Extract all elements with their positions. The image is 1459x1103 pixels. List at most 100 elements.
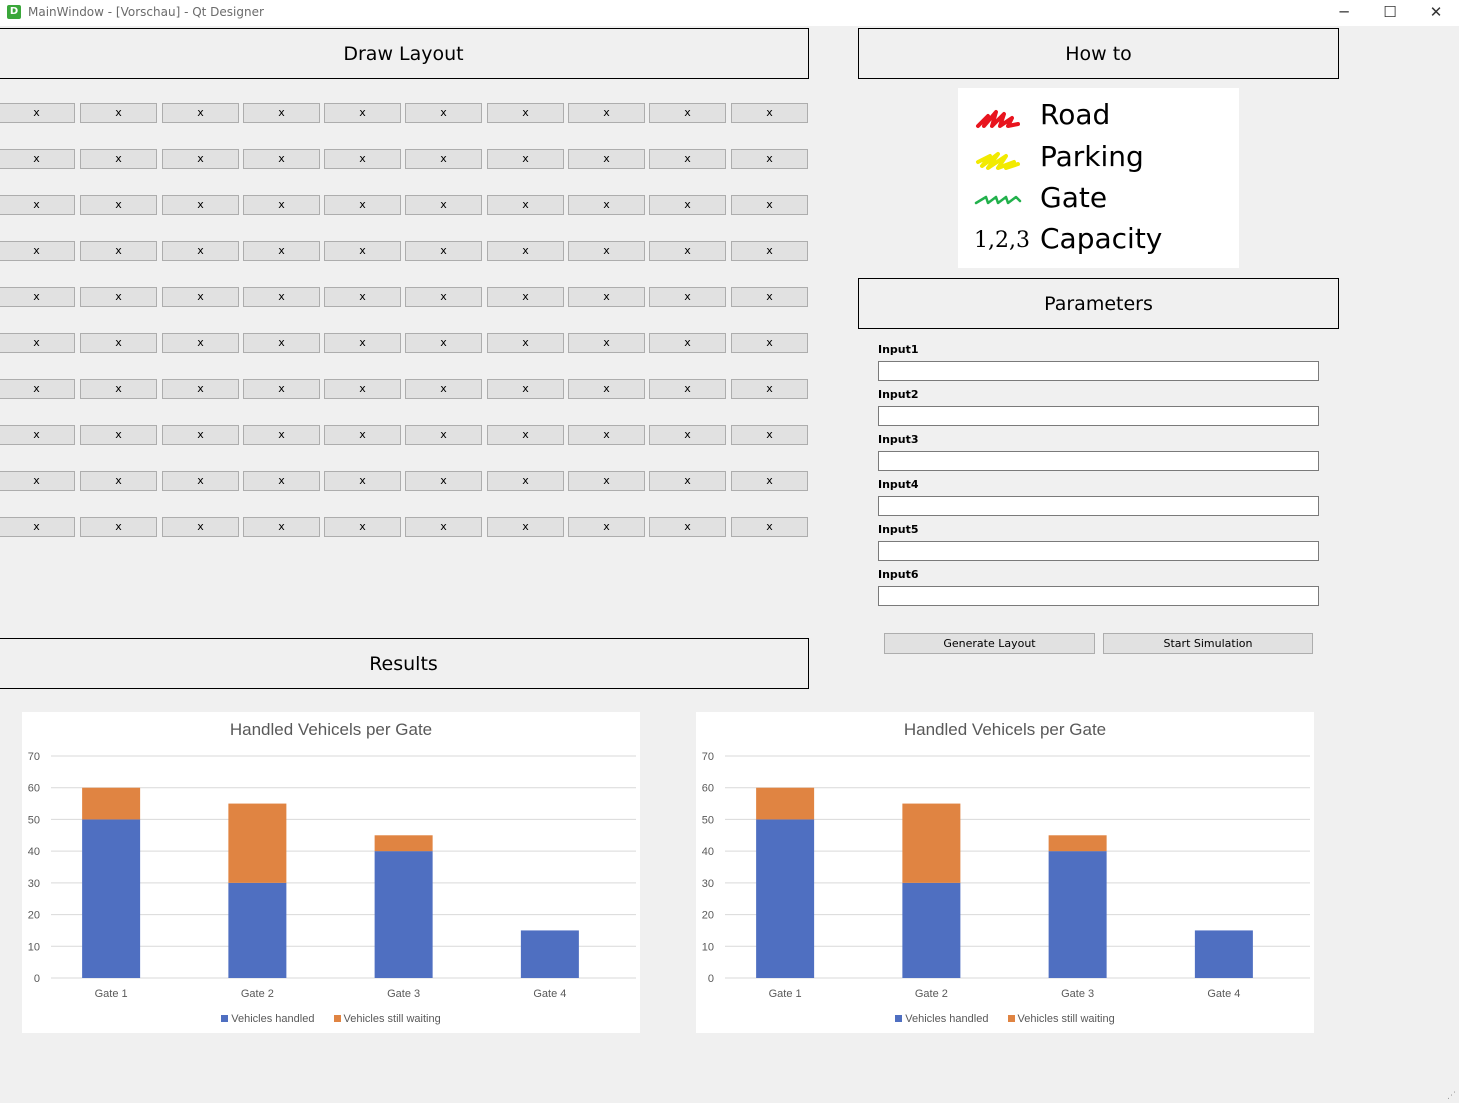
input1-field[interactable] bbox=[878, 361, 1319, 381]
layout-cell-r4-c3[interactable]: x bbox=[162, 241, 239, 261]
layout-cell-r1-c3[interactable]: x bbox=[162, 103, 239, 123]
minimize-button[interactable]: ─ bbox=[1321, 0, 1367, 26]
input5-field[interactable] bbox=[878, 541, 1319, 561]
maximize-button[interactable]: ☐ bbox=[1367, 0, 1413, 26]
layout-cell-r10-c4[interactable]: x bbox=[243, 517, 320, 537]
layout-cell-r10-c9[interactable]: x bbox=[649, 517, 726, 537]
layout-cell-r4-c4[interactable]: x bbox=[243, 241, 320, 261]
layout-cell-r1-c4[interactable]: x bbox=[243, 103, 320, 123]
layout-cell-r4-c10[interactable]: x bbox=[731, 241, 808, 261]
generate-layout-button[interactable]: Generate Layout bbox=[884, 633, 1095, 654]
layout-cell-r4-c2[interactable]: x bbox=[80, 241, 157, 261]
layout-cell-r10-c8[interactable]: x bbox=[568, 517, 645, 537]
input2-field[interactable] bbox=[878, 406, 1319, 426]
layout-cell-r8-c3[interactable]: x bbox=[162, 425, 239, 445]
layout-cell-r9-c4[interactable]: x bbox=[243, 471, 320, 491]
layout-cell-r2-c7[interactable]: x bbox=[487, 149, 564, 169]
layout-cell-r5-c7[interactable]: x bbox=[487, 287, 564, 307]
layout-cell-r10-c1[interactable]: x bbox=[0, 517, 75, 537]
layout-cell-r8-c8[interactable]: x bbox=[568, 425, 645, 445]
layout-cell-r7-c5[interactable]: x bbox=[324, 379, 401, 399]
layout-cell-r9-c10[interactable]: x bbox=[731, 471, 808, 491]
layout-cell-r3-c7[interactable]: x bbox=[487, 195, 564, 215]
layout-cell-r8-c9[interactable]: x bbox=[649, 425, 726, 445]
layout-cell-r10-c6[interactable]: x bbox=[405, 517, 482, 537]
layout-cell-r5-c6[interactable]: x bbox=[405, 287, 482, 307]
layout-cell-r1-c10[interactable]: x bbox=[731, 103, 808, 123]
layout-cell-r8-c7[interactable]: x bbox=[487, 425, 564, 445]
layout-cell-r4-c7[interactable]: x bbox=[487, 241, 564, 261]
layout-cell-r6-c8[interactable]: x bbox=[568, 333, 645, 353]
layout-cell-r5-c1[interactable]: x bbox=[0, 287, 75, 307]
layout-cell-r4-c8[interactable]: x bbox=[568, 241, 645, 261]
layout-cell-r7-c6[interactable]: x bbox=[405, 379, 482, 399]
layout-cell-r7-c4[interactable]: x bbox=[243, 379, 320, 399]
layout-cell-r10-c10[interactable]: x bbox=[731, 517, 808, 537]
layout-cell-r1-c9[interactable]: x bbox=[649, 103, 726, 123]
layout-cell-r8-c6[interactable]: x bbox=[405, 425, 482, 445]
layout-cell-r7-c3[interactable]: x bbox=[162, 379, 239, 399]
layout-cell-r9-c8[interactable]: x bbox=[568, 471, 645, 491]
layout-cell-r6-c9[interactable]: x bbox=[649, 333, 726, 353]
layout-cell-r6-c6[interactable]: x bbox=[405, 333, 482, 353]
input3-field[interactable] bbox=[878, 451, 1319, 471]
layout-cell-r1-c8[interactable]: x bbox=[568, 103, 645, 123]
layout-cell-r10-c5[interactable]: x bbox=[324, 517, 401, 537]
layout-cell-r3-c9[interactable]: x bbox=[649, 195, 726, 215]
layout-cell-r7-c1[interactable]: x bbox=[0, 379, 75, 399]
layout-cell-r5-c3[interactable]: x bbox=[162, 287, 239, 307]
layout-cell-r2-c6[interactable]: x bbox=[405, 149, 482, 169]
layout-cell-r3-c10[interactable]: x bbox=[731, 195, 808, 215]
layout-cell-r9-c2[interactable]: x bbox=[80, 471, 157, 491]
layout-cell-r10-c2[interactable]: x bbox=[80, 517, 157, 537]
layout-cell-r5-c10[interactable]: x bbox=[731, 287, 808, 307]
layout-cell-r7-c9[interactable]: x bbox=[649, 379, 726, 399]
layout-cell-r8-c1[interactable]: x bbox=[0, 425, 75, 445]
layout-cell-r1-c5[interactable]: x bbox=[324, 103, 401, 123]
layout-cell-r5-c2[interactable]: x bbox=[80, 287, 157, 307]
layout-cell-r9-c3[interactable]: x bbox=[162, 471, 239, 491]
layout-cell-r3-c5[interactable]: x bbox=[324, 195, 401, 215]
layout-cell-r2-c1[interactable]: x bbox=[0, 149, 75, 169]
layout-cell-r7-c7[interactable]: x bbox=[487, 379, 564, 399]
layout-cell-r3-c6[interactable]: x bbox=[405, 195, 482, 215]
layout-cell-r2-c3[interactable]: x bbox=[162, 149, 239, 169]
layout-cell-r9-c9[interactable]: x bbox=[649, 471, 726, 491]
layout-cell-r5-c8[interactable]: x bbox=[568, 287, 645, 307]
layout-cell-r2-c2[interactable]: x bbox=[80, 149, 157, 169]
layout-cell-r6-c2[interactable]: x bbox=[80, 333, 157, 353]
layout-cell-r2-c5[interactable]: x bbox=[324, 149, 401, 169]
layout-cell-r9-c5[interactable]: x bbox=[324, 471, 401, 491]
layout-cell-r4-c9[interactable]: x bbox=[649, 241, 726, 261]
layout-cell-r9-c1[interactable]: x bbox=[0, 471, 75, 491]
layout-cell-r3-c8[interactable]: x bbox=[568, 195, 645, 215]
layout-cell-r6-c3[interactable]: x bbox=[162, 333, 239, 353]
input4-field[interactable] bbox=[878, 496, 1319, 516]
layout-cell-r5-c5[interactable]: x bbox=[324, 287, 401, 307]
layout-cell-r4-c5[interactable]: x bbox=[324, 241, 401, 261]
layout-cell-r4-c6[interactable]: x bbox=[405, 241, 482, 261]
layout-cell-r5-c9[interactable]: x bbox=[649, 287, 726, 307]
layout-cell-r4-c1[interactable]: x bbox=[0, 241, 75, 261]
layout-cell-r7-c10[interactable]: x bbox=[731, 379, 808, 399]
layout-cell-r3-c2[interactable]: x bbox=[80, 195, 157, 215]
layout-cell-r9-c6[interactable]: x bbox=[405, 471, 482, 491]
layout-cell-r2-c4[interactable]: x bbox=[243, 149, 320, 169]
layout-cell-r8-c10[interactable]: x bbox=[731, 425, 808, 445]
layout-cell-r9-c7[interactable]: x bbox=[487, 471, 564, 491]
layout-cell-r2-c9[interactable]: x bbox=[649, 149, 726, 169]
layout-cell-r1-c2[interactable]: x bbox=[80, 103, 157, 123]
layout-cell-r6-c1[interactable]: x bbox=[0, 333, 75, 353]
layout-cell-r8-c4[interactable]: x bbox=[243, 425, 320, 445]
layout-cell-r8-c5[interactable]: x bbox=[324, 425, 401, 445]
close-button[interactable]: ✕ bbox=[1413, 0, 1459, 26]
layout-cell-r3-c4[interactable]: x bbox=[243, 195, 320, 215]
input6-field[interactable] bbox=[878, 586, 1319, 606]
resize-grip-icon[interactable]: ⋰ bbox=[1447, 1091, 1457, 1101]
layout-cell-r10-c7[interactable]: x bbox=[487, 517, 564, 537]
layout-cell-r3-c1[interactable]: x bbox=[0, 195, 75, 215]
layout-cell-r1-c6[interactable]: x bbox=[405, 103, 482, 123]
layout-cell-r2-c8[interactable]: x bbox=[568, 149, 645, 169]
layout-cell-r6-c10[interactable]: x bbox=[731, 333, 808, 353]
layout-cell-r1-c1[interactable]: x bbox=[0, 103, 75, 123]
